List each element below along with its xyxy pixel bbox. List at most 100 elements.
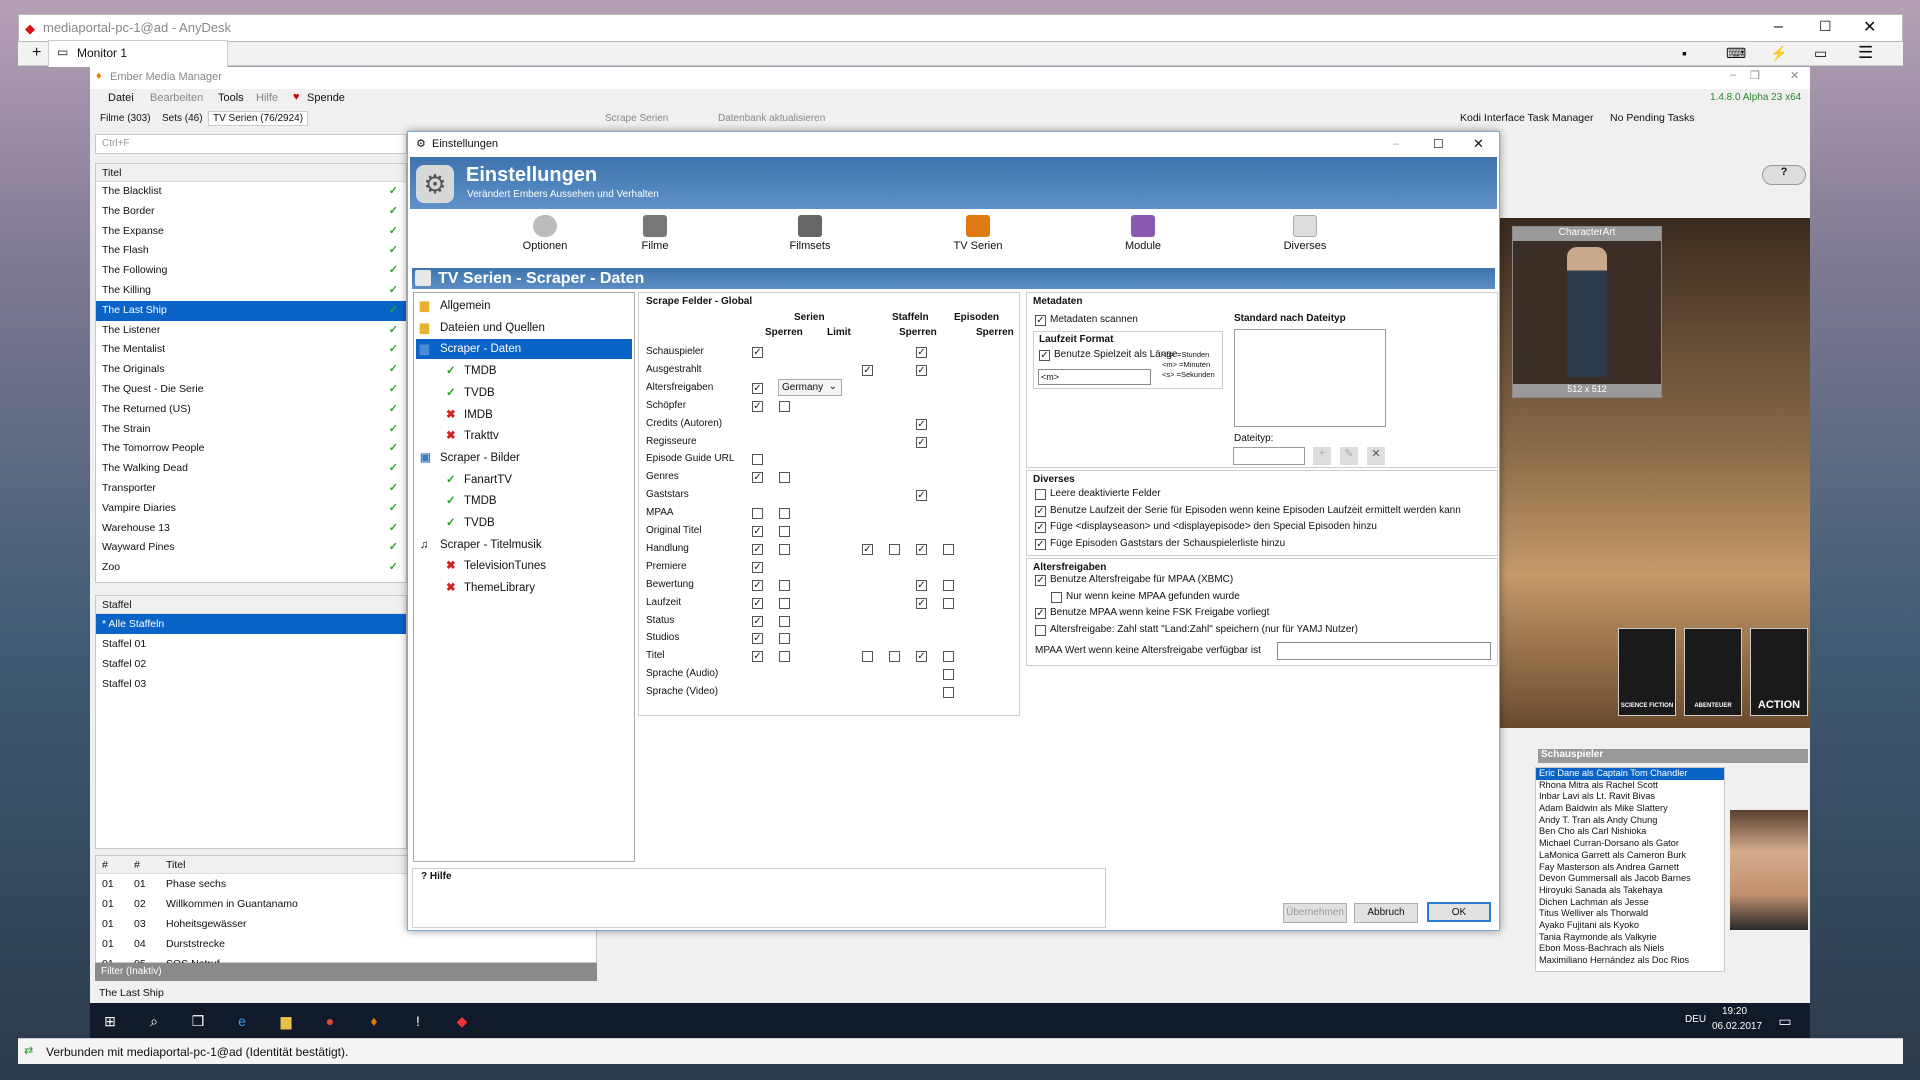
add-icon[interactable]: + <box>1313 447 1331 465</box>
field-checkbox[interactable]: ✓ <box>916 347 927 358</box>
field-checkbox[interactable] <box>889 543 900 555</box>
tool-diverses[interactable]: Diverses <box>1260 215 1350 252</box>
dateityp-input[interactable] <box>1233 447 1305 465</box>
search-input[interactable]: Ctrl+F <box>95 134 407 154</box>
field-checkbox[interactable]: ✓ <box>752 633 763 645</box>
field-checkbox[interactable]: ✓ <box>752 382 763 394</box>
actor-row[interactable]: Dichen Lachman als Jesse <box>1536 897 1724 909</box>
field-checkbox[interactable] <box>779 543 790 555</box>
show-row[interactable]: The Returned (US) ✓ <box>96 400 406 420</box>
laufzeit-checkbox[interactable]: ✓ <box>1039 350 1050 361</box>
field-checkbox[interactable]: ✓ <box>862 364 873 376</box>
minimize-icon[interactable]: – <box>1774 18 1783 36</box>
tool-module[interactable]: Module <box>1098 215 1188 252</box>
emm-close-icon[interactable]: ✕ <box>1790 69 1799 82</box>
tab-sets[interactable]: Sets (46) <box>162 113 203 124</box>
field-checkbox[interactable]: ✓ <box>752 400 763 412</box>
actor-row[interactable]: Adam Baldwin als Mike Slattery <box>1536 803 1724 815</box>
actor-row[interactable]: Hiroyuki Sanada als Takehaya <box>1536 885 1724 897</box>
actor-row[interactable]: Rhona Mitra als Rachel Scott <box>1536 780 1724 792</box>
chat-icon[interactable]: ▪ <box>1682 45 1687 61</box>
field-checkbox[interactable]: ✓ <box>862 543 873 555</box>
field-checkbox[interactable]: ✓ <box>916 651 927 663</box>
actor-row[interactable]: Titus Welliver als Thorwald <box>1536 908 1724 920</box>
tab-monitor[interactable]: Monitor 1 ▭ <box>48 40 228 67</box>
alters-checkbox[interactable]: ✓ <box>1035 575 1046 586</box>
show-row[interactable]: The Following ✓ <box>96 261 406 281</box>
show-row[interactable]: The Last Ship ✓ <box>96 300 406 321</box>
field-checkbox[interactable] <box>779 579 790 591</box>
field-checkbox[interactable]: ✓ <box>916 364 927 376</box>
tool-filmsets[interactable]: Filmsets <box>765 215 855 252</box>
show-row[interactable]: Warehouse 13 ✓ <box>96 519 406 539</box>
tree-item[interactable]: ▆ Allgemein <box>416 296 632 316</box>
emm-task-icon[interactable]: ♦ <box>364 1011 384 1031</box>
db-update-button[interactable]: Datenbank aktualisieren <box>718 113 825 124</box>
tree-item[interactable]: ▣ Scraper - Bilder <box>416 448 632 468</box>
field-checkbox[interactable]: ✓ <box>752 597 763 609</box>
menu-spende[interactable]: Spende <box>307 92 345 104</box>
dialog-maximize-icon[interactable]: ☐ <box>1433 132 1444 156</box>
explorer-icon[interactable]: ▆ <box>276 1011 296 1031</box>
scrape-series-button[interactable]: Scrape Serien <box>605 113 668 124</box>
field-checkbox[interactable] <box>943 579 954 591</box>
edit-icon[interactable]: ✎ <box>1340 447 1358 465</box>
field-checkbox[interactable]: ✓ <box>916 490 927 502</box>
alters-checkbox[interactable] <box>1035 624 1046 636</box>
field-checkbox[interactable] <box>943 651 954 663</box>
field-checkbox[interactable]: ✓ <box>752 543 763 555</box>
notification-icon[interactable]: ▭ <box>1775 1011 1795 1031</box>
new-tab-icon[interactable]: + <box>32 44 41 62</box>
tree-item[interactable]: ✖ TelevisionTunes <box>442 556 632 576</box>
tree-item[interactable]: ✖ IMDB <box>442 405 632 425</box>
kodi-task-manager[interactable]: Kodi Interface Task Manager <box>1460 112 1593 124</box>
display-icon[interactable]: ▭ <box>1814 45 1827 62</box>
show-row[interactable]: The Killing ✓ <box>96 281 406 301</box>
tool-filme[interactable]: Filme <box>610 215 700 252</box>
mpaa-input[interactable] <box>1277 642 1491 660</box>
menu-bearbeiten[interactable]: Bearbeiten <box>150 92 203 104</box>
season-list-header[interactable]: Staffel <box>96 596 406 614</box>
field-checkbox[interactable] <box>779 400 790 412</box>
tree-item[interactable]: ♫ Scraper - Titelmusik <box>416 535 632 555</box>
chrome-icon[interactable]: ● <box>320 1011 340 1031</box>
show-row[interactable]: The Mentalist ✓ <box>96 340 406 360</box>
tree-item[interactable]: ✖ ThemeLibrary <box>442 578 632 598</box>
show-row[interactable]: Transporter ✓ <box>96 479 406 499</box>
actor-row[interactable]: Maximiliano Hernández als Doc Rios <box>1536 955 1724 967</box>
field-checkbox[interactable] <box>943 543 954 555</box>
actor-row[interactable]: Fay Masterson als Andrea Garnett <box>1536 862 1724 874</box>
start-icon[interactable]: ⊞ <box>100 1011 120 1031</box>
actor-row[interactable]: Inbar Lavi als Lt. Ravit Bivas <box>1536 791 1724 803</box>
menu-tools[interactable]: Tools <box>218 92 244 104</box>
laufzeit-input[interactable]: <m> <box>1038 369 1151 385</box>
emm-minimize-icon[interactable]: – <box>1730 69 1736 81</box>
diverses-checkbox[interactable]: ✓ <box>1035 505 1046 517</box>
actor-row[interactable]: Ben Cho als Carl Nishioka <box>1536 826 1724 838</box>
dateityp-list[interactable] <box>1234 329 1386 427</box>
tool-optionen[interactable]: Optionen <box>500 215 590 252</box>
field-checkbox[interactable]: ✓ <box>916 436 927 448</box>
mediaportal-icon[interactable]: ! <box>408 1011 428 1031</box>
actor-row[interactable]: Tania Raymonde als Valkyrie <box>1536 932 1724 944</box>
show-row[interactable]: The Quest - Die Serie ✓ <box>96 380 406 400</box>
field-checkbox[interactable] <box>943 597 954 609</box>
cancel-button[interactable]: Abbruch <box>1354 903 1418 923</box>
tree-item[interactable]: ✓ FanartTV <box>442 470 632 490</box>
show-row[interactable]: Wayward Pines ✓ <box>96 538 406 558</box>
actor-row[interactable]: LaMonica Garrett als Cameron Burk <box>1536 850 1724 862</box>
metadaten-scan-checkbox[interactable]: ✓ <box>1035 315 1046 326</box>
actor-row[interactable]: Ayako Fujitani als Kyoko <box>1536 920 1724 932</box>
show-row[interactable]: The Border ✓ <box>96 202 406 222</box>
field-checkbox[interactable]: ✓ <box>916 597 927 609</box>
remove-icon[interactable]: ✕ <box>1367 447 1385 465</box>
tree-item[interactable]: ✓ TVDB <box>442 383 632 403</box>
field-checkbox[interactable] <box>779 615 790 627</box>
field-checkbox[interactable] <box>943 669 954 681</box>
show-row[interactable]: Zoo ✓ <box>96 558 406 578</box>
field-checkbox[interactable]: ✓ <box>752 579 763 591</box>
field-checkbox[interactable]: ✓ <box>752 615 763 627</box>
field-checkbox[interactable] <box>752 454 763 466</box>
filter-bar[interactable]: Filter (Inaktiv) <box>95 963 597 981</box>
tree-item[interactable]: ✓ TMDB <box>442 361 632 381</box>
